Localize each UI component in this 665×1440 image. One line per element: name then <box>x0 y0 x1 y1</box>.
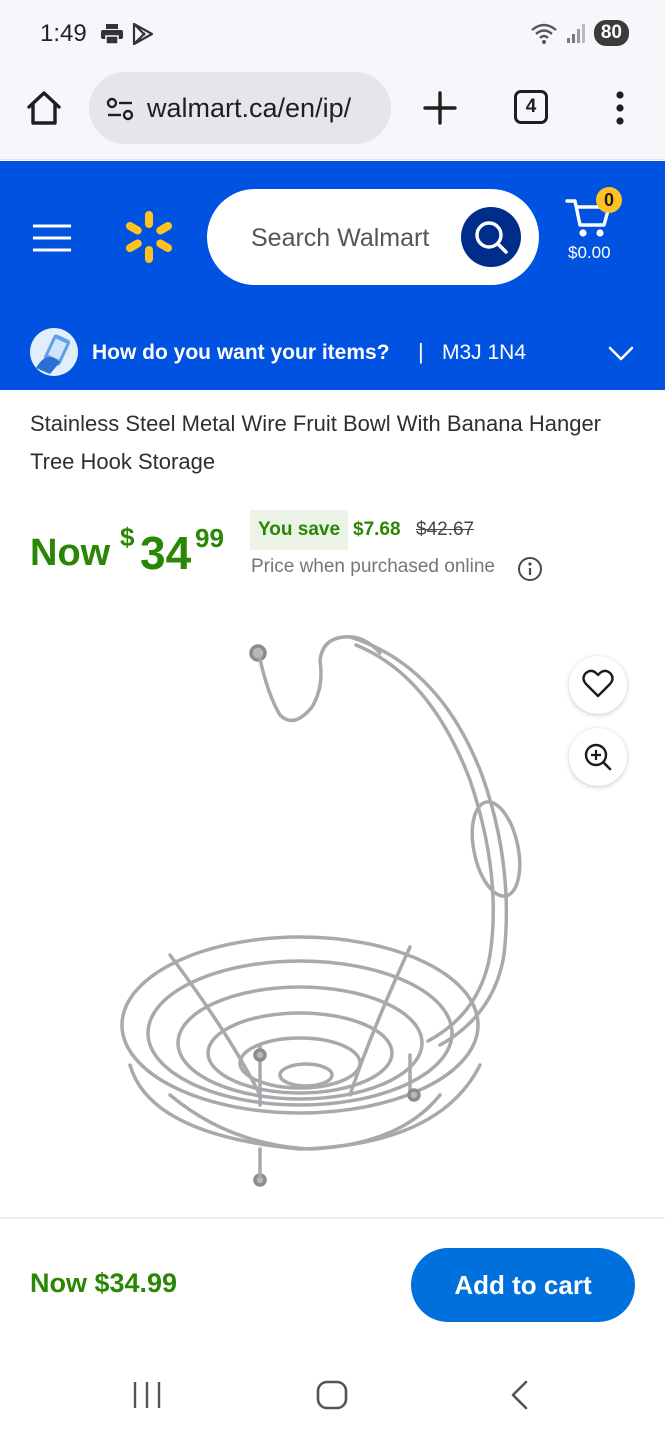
print-icon <box>101 24 123 45</box>
fulfillment-separator: | <box>418 339 424 364</box>
menu-icon[interactable] <box>32 223 72 253</box>
price-note: Price when purchased online <box>251 556 495 577</box>
search-button[interactable] <box>461 207 521 267</box>
favorite-button[interactable] <box>569 656 627 714</box>
price-cents: 99 <box>195 523 224 553</box>
postal-code: M3J 1N4 <box>442 341 527 364</box>
status-icons-left <box>100 22 154 46</box>
fulfillment-selector[interactable]: How do you want your items? | M3J 1N4 <box>0 327 665 390</box>
play-store-icon <box>132 22 154 46</box>
search-icon <box>475 221 508 254</box>
android-navigation-bar <box>0 1346 665 1440</box>
recents-icon[interactable] <box>130 1380 164 1410</box>
sticky-bar-divider <box>0 1217 665 1219</box>
zoom-button[interactable] <box>569 728 627 786</box>
cart-button[interactable]: 0 $0.00 <box>560 187 630 267</box>
new-tab-icon[interactable] <box>420 88 460 128</box>
home-icon[interactable] <box>315 1379 349 1411</box>
search-input[interactable]: Search Walmart <box>207 189 539 285</box>
price-whole: 34 <box>140 527 192 579</box>
back-icon[interactable] <box>508 1379 530 1411</box>
you-save-badge: You save <box>250 510 349 550</box>
page: 1:49 80 walmart.ca/en/ip/ 4 Search Walma… <box>0 0 665 1440</box>
sticky-price: Now $34.99 <box>30 1268 178 1298</box>
more-options-icon[interactable] <box>606 88 634 128</box>
address-bar[interactable]: walmart.ca/en/ip/ <box>89 72 391 144</box>
cart-total: $0.00 <box>568 243 611 262</box>
fulfillment-question: How do you want your items? <box>92 341 390 364</box>
site-settings-icon[interactable] <box>105 94 135 124</box>
fulfillment-icon <box>30 328 78 376</box>
chevron-down-icon[interactable] <box>608 345 634 363</box>
info-icon[interactable] <box>517 556 543 582</box>
price-now-label: Now <box>30 532 111 574</box>
status-bar: 1:49 80 <box>0 0 665 68</box>
status-icons-right: 80 <box>530 20 629 46</box>
product-title: Stainless Steel Metal Wire Fruit Bowl Wi… <box>30 411 602 474</box>
cart-count-badge: 0 <box>596 187 622 213</box>
signal-icon <box>566 24 585 43</box>
walmart-header: Search Walmart 0 $0.00 How do you want y… <box>0 161 665 390</box>
tab-switcher-button[interactable]: 4 <box>514 90 548 124</box>
price-currency: $ <box>120 522 135 552</box>
wifi-icon <box>531 23 557 44</box>
home-icon[interactable] <box>24 88 64 128</box>
zoom-in-icon <box>584 743 612 771</box>
status-time: 1:49 <box>40 20 87 47</box>
save-amount: $7.68 <box>353 519 401 540</box>
walmart-spark-logo[interactable] <box>122 209 176 265</box>
add-to-cart-button[interactable]: Add to cart <box>411 1248 635 1322</box>
search-placeholder: Search Walmart <box>251 224 430 252</box>
url-text[interactable]: walmart.ca/en/ip/ <box>147 93 351 124</box>
product-image[interactable] <box>110 625 550 1195</box>
battery-indicator: 80 <box>593 20 629 46</box>
heart-icon <box>582 669 614 698</box>
was-price: $42.67 <box>416 519 475 540</box>
browser-toolbar: walmart.ca/en/ip/ 4 <box>0 68 665 160</box>
